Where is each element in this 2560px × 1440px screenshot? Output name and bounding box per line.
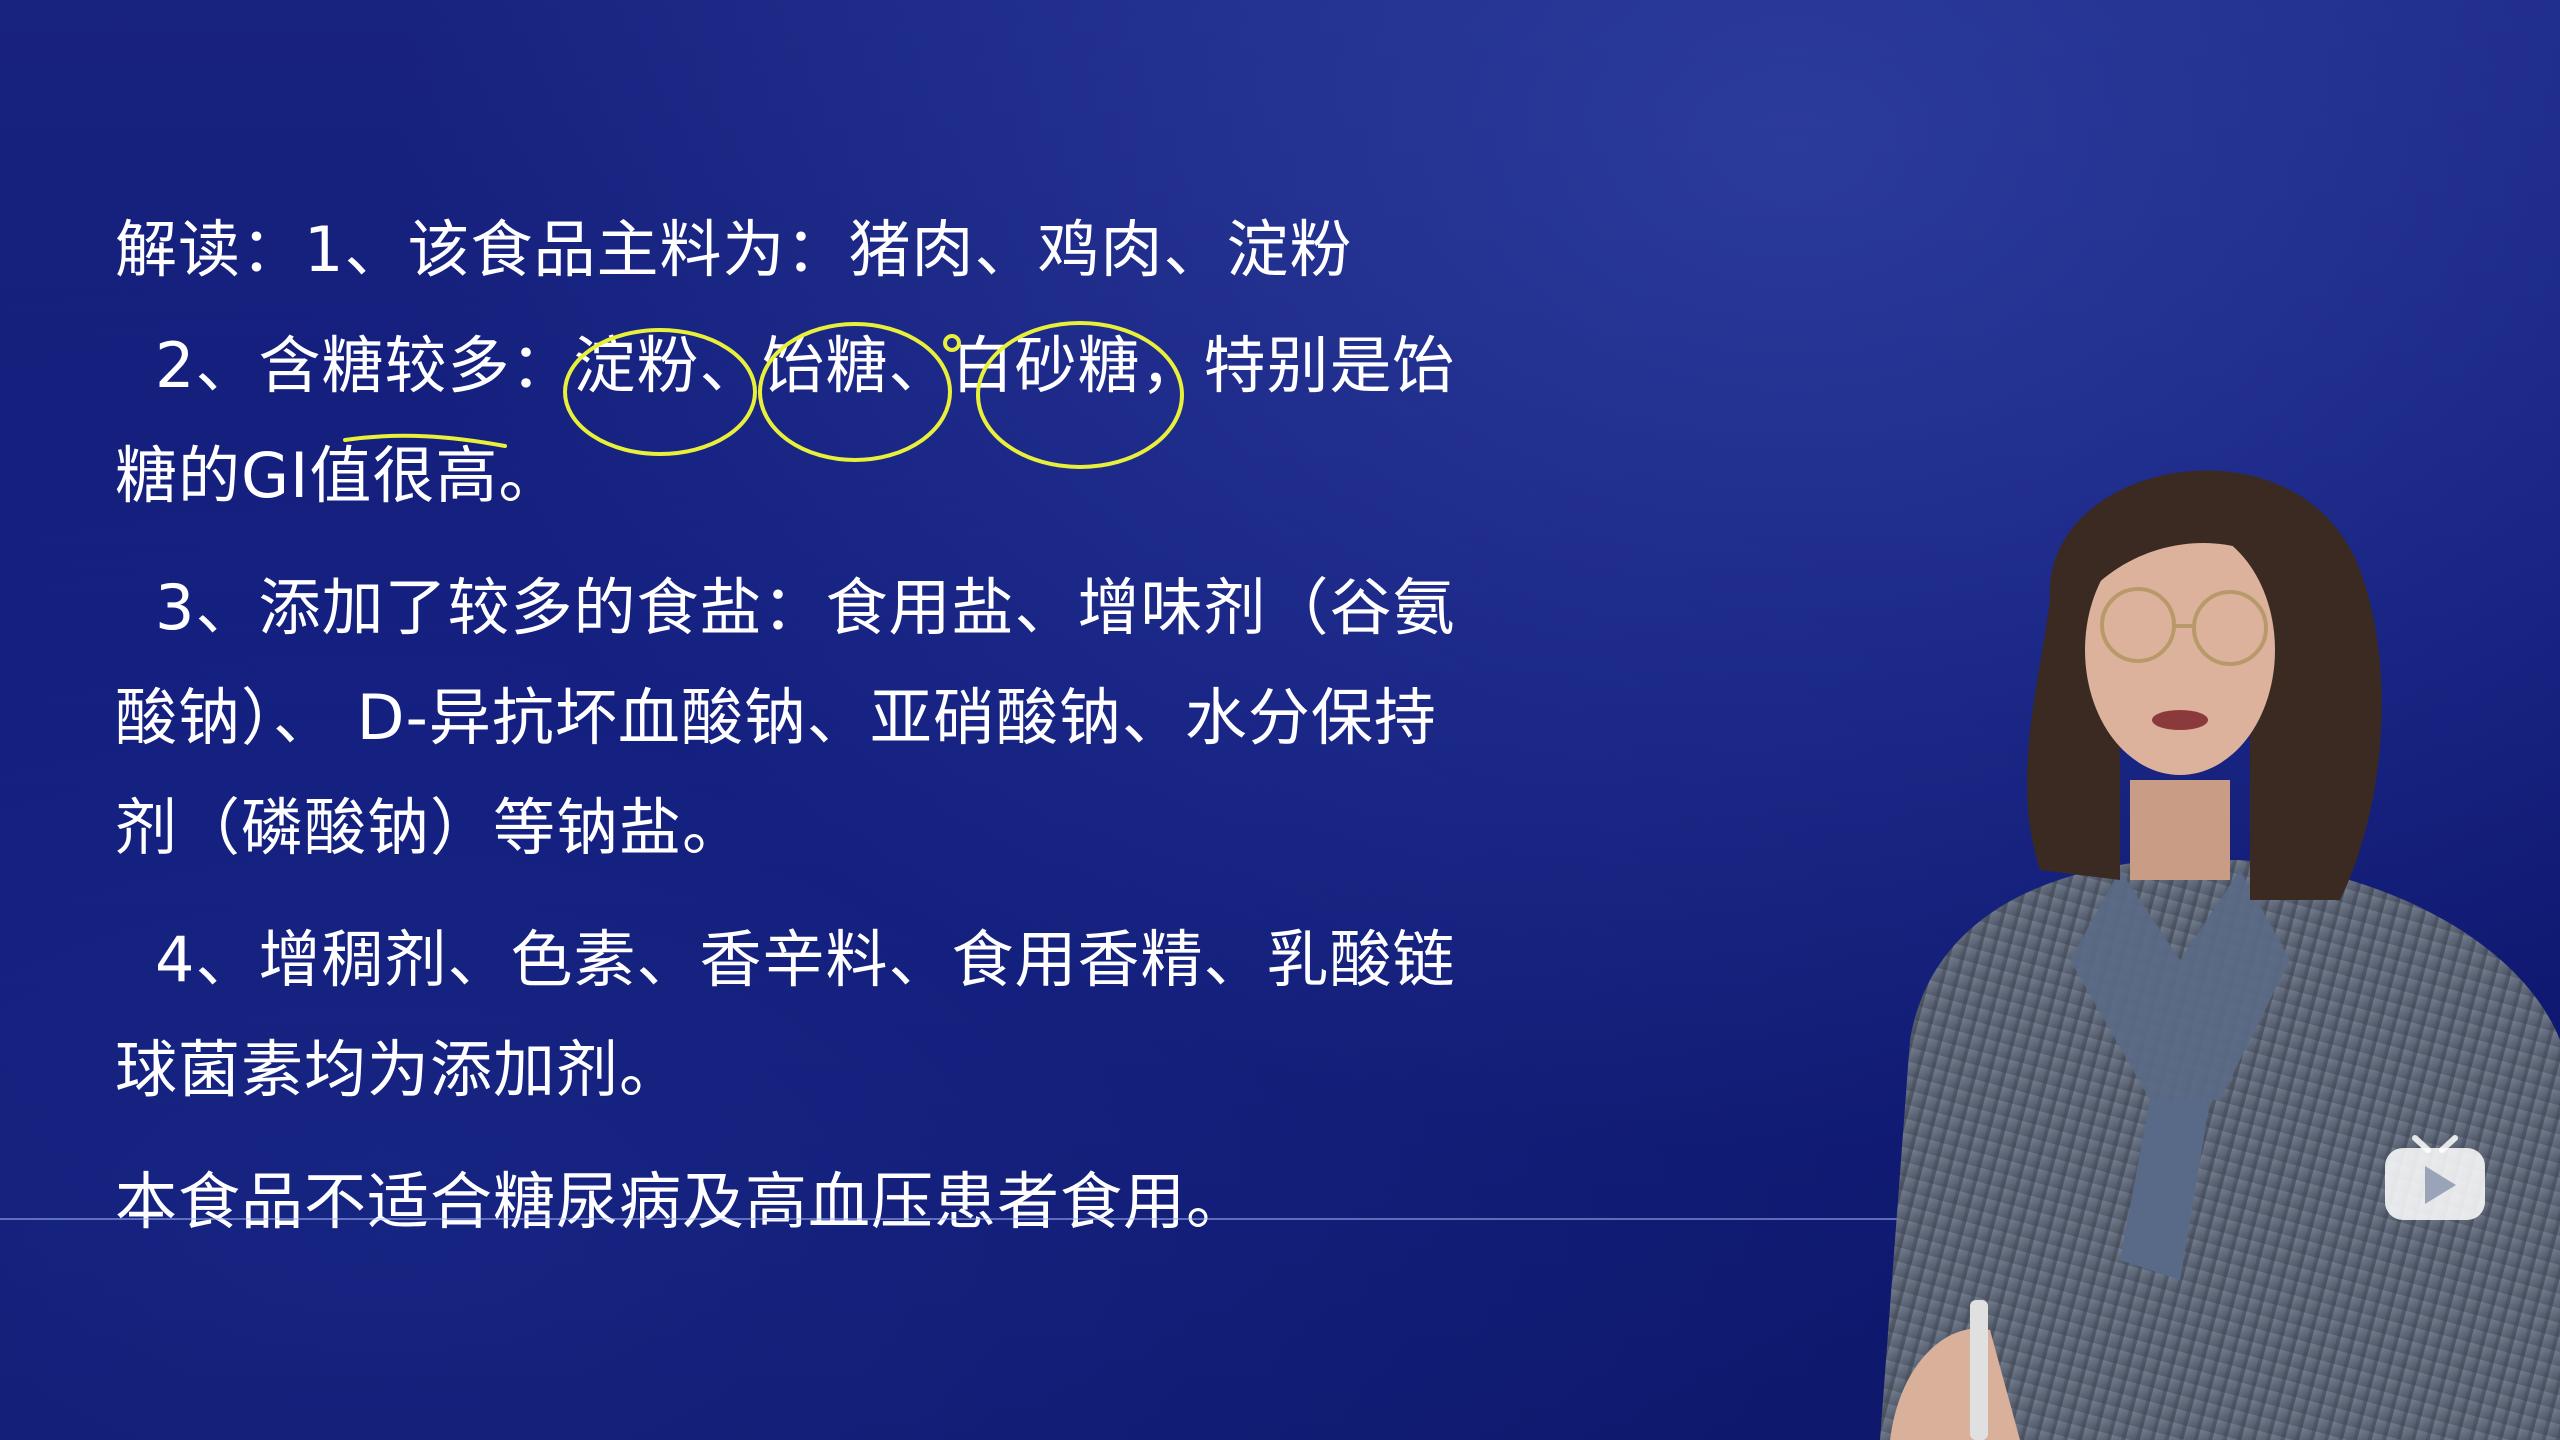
lecture-line-4: 3、添加了较多的食盐：食用盐、增味剂（谷氨 (155, 571, 1456, 644)
board-divider-line (0, 1218, 1900, 1220)
lecture-line-1: 解读：1、该食品主料为：猪肉、鸡肉、淀粉 (115, 213, 1353, 286)
lecture-line-5: 酸钠）、 D-异抗坏血酸钠、亚硝酸钠、水分保持 (115, 681, 1437, 754)
video-frame: 解读：1、该食品主料为：猪肉、鸡肉、淀粉 2、含糖较多：淀粉、饴糖、白砂糖，特别… (0, 0, 2560, 1440)
lecture-line-6: 剂（磷酸钠）等钠盐。 (115, 791, 746, 864)
lecture-slide-text: 解读：1、该食品主料为：猪肉、鸡肉、淀粉 2、含糖较多：淀粉、饴糖、白砂糖，特别… (115, 195, 1565, 1257)
lecture-line-2-prefix: 2、含糖较多： (155, 329, 574, 402)
lecture-line-2-suffix: ，特别是饴 (1140, 329, 1456, 402)
lecture-line-3: 糖的GI值很高。 (115, 439, 562, 512)
presenter-video (1880, 470, 2560, 1440)
lecture-line-8: 球菌素均为添加剂。 (115, 1033, 683, 1106)
play-icon (2385, 1135, 2485, 1220)
lecture-line-9: 本食品不适合糖尿病及高血压患者食用。 (115, 1165, 1250, 1238)
highlight-maltose: 饴糖、 (762, 329, 952, 402)
highlight-starch: 淀粉、 (573, 329, 763, 402)
highlight-white-sugar: 白砂糖 (951, 329, 1141, 402)
lecture-line-2: 2、含糖较多：淀粉、饴糖、白砂糖，特别是饴 (115, 311, 1565, 421)
lecture-line-7: 4、增稠剂、色素、香辛料、食用香精、乳酸链 (155, 923, 1456, 996)
